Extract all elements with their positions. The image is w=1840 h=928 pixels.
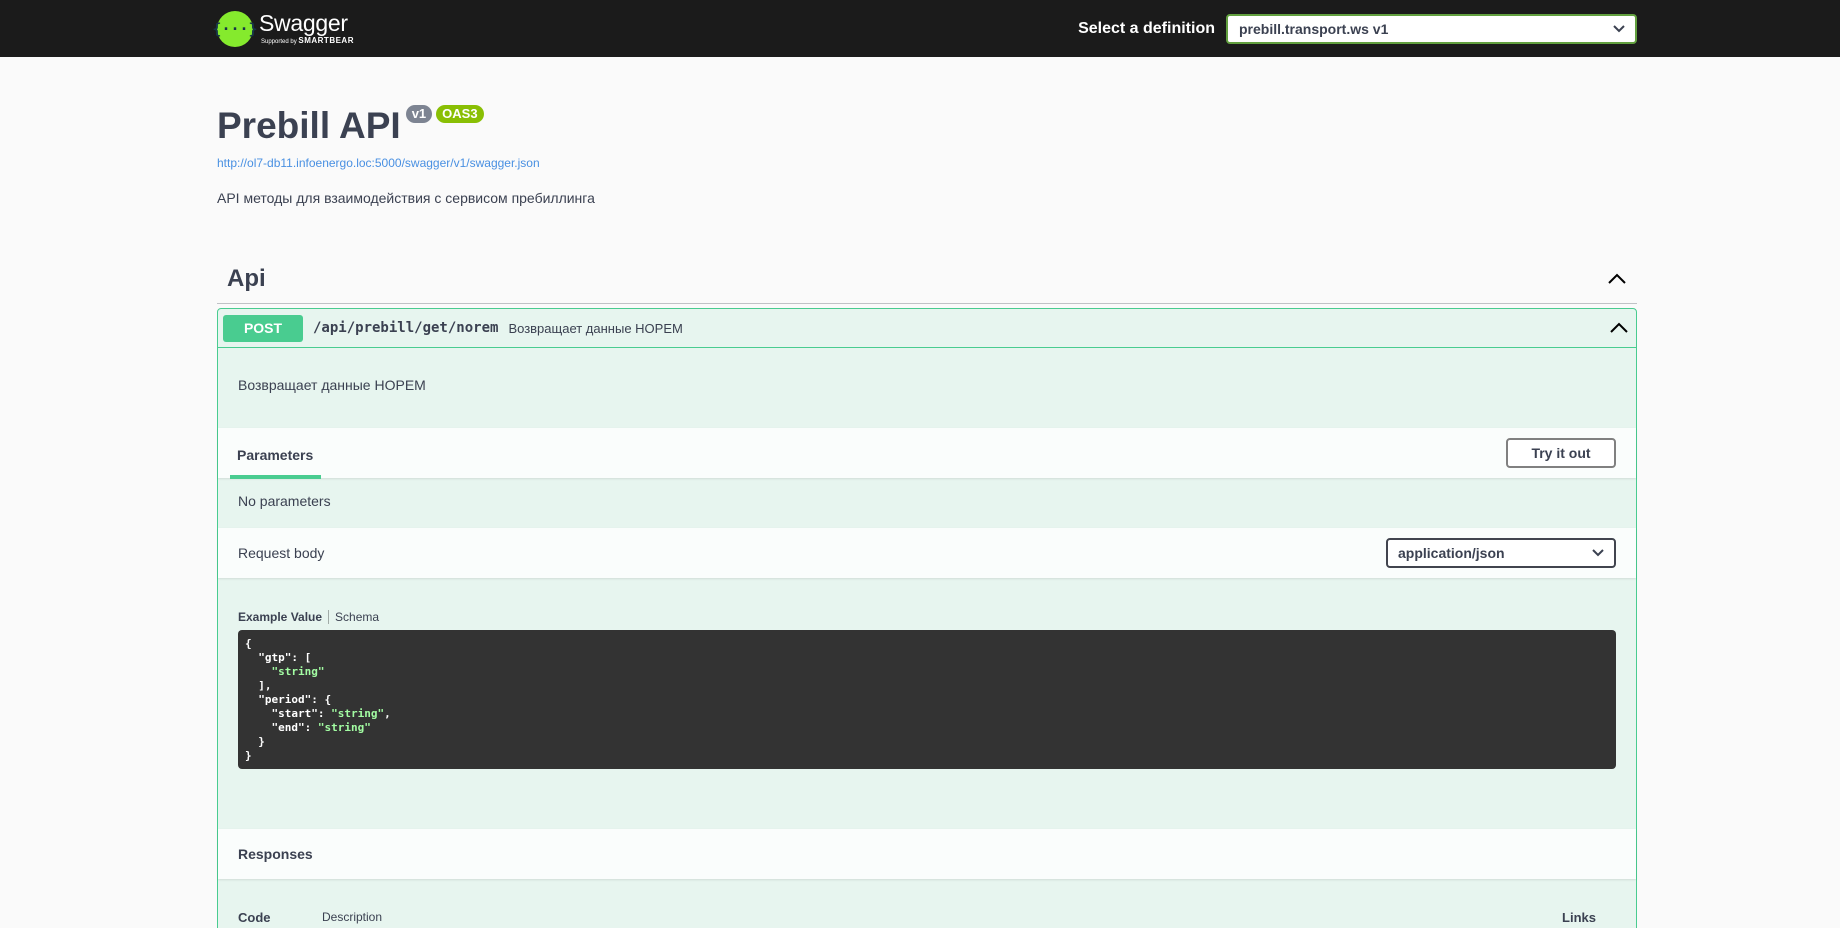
operation-summary-text: Возвращает данные НОРЕМ [508, 320, 683, 336]
responses-table-header: Code Description Links [218, 879, 1636, 928]
method-badge: POST [223, 314, 303, 342]
operation-description: Возвращает данные НОРЕМ [238, 377, 426, 393]
tab-parameters[interactable]: Parameters [230, 447, 321, 479]
definition-value: prebill.transport.ws v1 [1239, 20, 1389, 37]
chevron-down-icon [1613, 24, 1625, 32]
api-description: API методы для взаимодействия с сервисом… [217, 190, 595, 206]
operation-block: POST /api/prebill/get/norem Возвращает д… [217, 308, 1637, 928]
oas-badge: OAS3 [436, 105, 484, 123]
example-code-block[interactable]: { "gtp": [ "string" ], "period": { "star… [238, 630, 1616, 769]
content-type-value: application/json [1398, 545, 1505, 561]
definition-selector: Select a definition prebill.transport.ws… [1078, 13, 1637, 44]
content-type-select[interactable]: application/json [1386, 538, 1616, 568]
tab-example-value[interactable]: Example Value [238, 610, 322, 624]
version-badge: v1 [405, 105, 433, 123]
tag-name: Api [227, 264, 266, 292]
logo-name: Swagger [259, 10, 348, 36]
swagger-logo[interactable]: {···} Swagger Supported by SMARTBEAR [212, 10, 354, 47]
chevron-down-icon [1592, 549, 1604, 557]
column-links: Links [1562, 910, 1596, 925]
definition-label: Select a definition [1078, 19, 1215, 37]
try-it-out-button[interactable]: Try it out [1506, 438, 1616, 468]
operation-summary[interactable]: POST /api/prebill/get/norem Возвращает д… [218, 309, 1636, 348]
no-parameters-text: No parameters [238, 493, 331, 509]
example-tabs: Example Value Schema [218, 578, 1636, 630]
swagger-logo-icon: {···} [212, 10, 258, 47]
page-title: Prebill API [217, 105, 401, 146]
chevron-up-icon[interactable] [1609, 322, 1629, 334]
chevron-up-icon[interactable] [1607, 273, 1627, 285]
tab-divider [328, 610, 330, 624]
request-body-label: Request body [238, 545, 325, 561]
api-tag-section: Api POST /api/prebill/get/norem Возвраща… [217, 264, 1637, 928]
logo-subtitle: Supported by SMARTBEAR [261, 36, 354, 45]
operation-path: /api/prebill/get/norem [313, 320, 499, 336]
topbar: {···} Swagger Supported by SMARTBEAR Sel… [0, 0, 1840, 57]
tab-schema[interactable]: Schema [335, 610, 379, 624]
parameters-header: Parameters Try it out [218, 428, 1636, 479]
tag-header[interactable]: Api [217, 264, 1637, 304]
api-info: Prebill API v1 OAS3 http://ol7-db11.info… [217, 105, 1637, 206]
column-description: Description [322, 910, 383, 924]
swagger-json-link[interactable]: http://ol7-db11.infoenergo.loc:5000/swag… [217, 156, 1637, 170]
request-body-header: Request body application/json [218, 528, 1636, 578]
definition-select[interactable]: prebill.transport.ws v1 [1226, 13, 1637, 44]
column-code: Code [238, 910, 271, 925]
responses-header: Responses [218, 829, 1636, 879]
